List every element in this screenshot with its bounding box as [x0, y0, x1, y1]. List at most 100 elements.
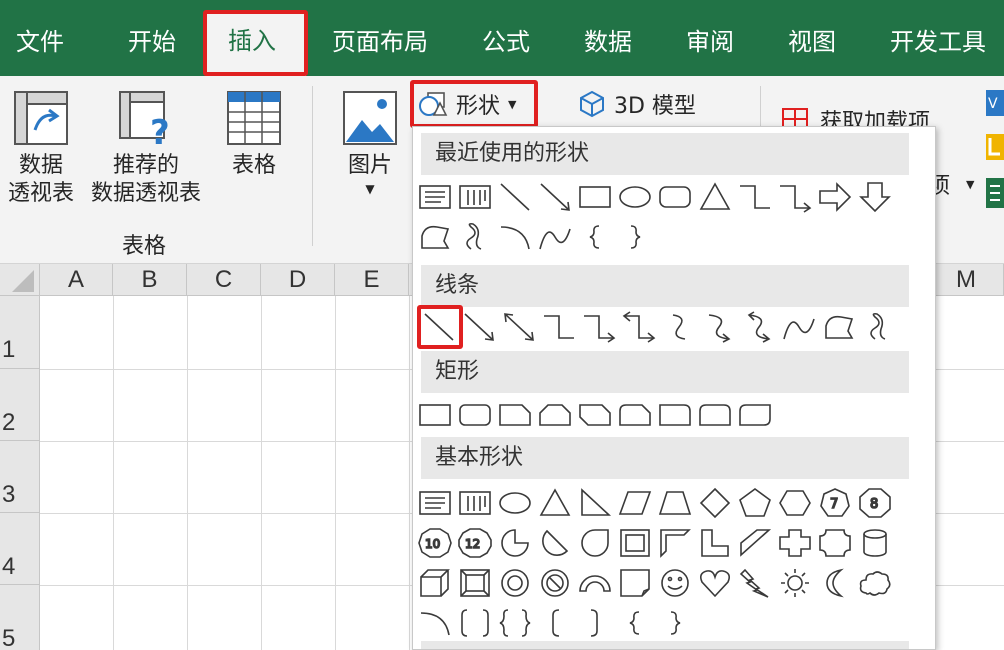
pivot-table-button[interactable]: 数据 透视表	[4, 90, 78, 208]
curved-double-arrow-icon[interactable]	[741, 311, 777, 343]
folded-corner-icon[interactable]	[617, 567, 653, 599]
3d-models-button[interactable]: 3D 模型	[578, 88, 696, 120]
elbow-double-arrow-icon[interactable]	[621, 311, 657, 343]
elbow-arrow-connector-icon[interactable]	[777, 181, 813, 213]
teardrop-icon[interactable]	[577, 527, 613, 559]
plaque-icon[interactable]	[817, 527, 853, 559]
decagon-icon[interactable]: 10	[417, 527, 453, 559]
curved-arrow-connector-icon[interactable]	[701, 311, 737, 343]
select-all-corner[interactable]	[0, 264, 40, 296]
arc-icon[interactable]	[497, 221, 533, 253]
tab-home[interactable]: 开始	[128, 22, 176, 62]
tab-file[interactable]: 文件	[16, 22, 64, 62]
can-icon[interactable]	[857, 527, 893, 559]
column-header-c[interactable]: C	[187, 264, 261, 296]
dodecagon-icon[interactable]: 12	[457, 527, 493, 559]
snip-round-rectangle-icon[interactable]	[617, 399, 653, 431]
chord-icon[interactable]	[537, 527, 573, 559]
right-brace-icon[interactable]	[657, 607, 693, 639]
right-bracket-icon[interactable]	[577, 607, 613, 639]
right-arrow-icon[interactable]	[817, 181, 853, 213]
snip-same-side-rectangle-icon[interactable]	[537, 399, 573, 431]
left-brace-icon[interactable]	[577, 221, 613, 253]
double-brace-icon[interactable]	[497, 607, 533, 639]
snip-single-corner-rectangle-icon[interactable]	[497, 399, 533, 431]
curved-connector-icon[interactable]	[661, 311, 697, 343]
column-header-b[interactable]: B	[113, 264, 187, 296]
vertical-text-box-icon[interactable]	[457, 487, 493, 519]
rounded-rectangle-icon[interactable]	[457, 399, 493, 431]
elbow-arrow-connector-icon[interactable]	[581, 311, 617, 343]
scribble-icon[interactable]	[861, 311, 897, 343]
snip-diagonal-rectangle-icon[interactable]	[577, 399, 613, 431]
visio-icon[interactable]: V	[986, 90, 1004, 116]
double-bracket-icon[interactable]	[457, 607, 493, 639]
vertical-text-box-icon[interactable]	[457, 181, 493, 213]
donut-icon[interactable]	[497, 567, 533, 599]
text-box-icon[interactable]	[417, 181, 453, 213]
heptagon-icon[interactable]: 7	[817, 487, 853, 519]
tab-formulas[interactable]: 公式	[482, 22, 530, 62]
scribble-icon[interactable]	[457, 221, 493, 253]
diamond-icon[interactable]	[697, 487, 733, 519]
recommended-pivot-button[interactable]: ? 推荐的 数据透视表	[84, 90, 208, 208]
double-arrow-line-icon[interactable]	[501, 311, 537, 343]
row-header-2[interactable]: 2	[0, 369, 40, 441]
left-bracket-icon[interactable]	[537, 607, 573, 639]
tab-data[interactable]: 数据	[584, 22, 632, 62]
parallelogram-icon[interactable]	[617, 487, 653, 519]
sun-icon[interactable]	[777, 567, 813, 599]
round-same-side-rectangle-icon[interactable]	[697, 399, 733, 431]
row-header-3[interactable]: 3	[0, 441, 40, 513]
people-graph-icon[interactable]	[986, 178, 1004, 208]
right-brace-icon[interactable]	[617, 221, 653, 253]
line-arrow-icon[interactable]	[537, 181, 573, 213]
moon-icon[interactable]	[817, 567, 853, 599]
tab-review[interactable]: 审阅	[686, 22, 734, 62]
text-box-icon[interactable]	[417, 487, 453, 519]
lightning-bolt-icon[interactable]	[737, 567, 773, 599]
bevel-icon[interactable]	[457, 567, 493, 599]
freeform-shape-icon[interactable]	[821, 311, 857, 343]
round-diagonal-rectangle-icon[interactable]	[737, 399, 773, 431]
tab-insert[interactable]: 插入	[206, 12, 306, 76]
line-icon[interactable]	[421, 311, 457, 343]
cloud-icon[interactable]	[857, 567, 893, 599]
pentagon-icon[interactable]	[737, 487, 773, 519]
curve-icon[interactable]	[537, 221, 573, 253]
smiley-face-icon[interactable]	[657, 567, 693, 599]
freeform-shape-icon[interactable]	[417, 221, 453, 253]
arc-icon[interactable]	[417, 607, 453, 639]
tab-view[interactable]: 视图	[788, 22, 836, 62]
elbow-connector-icon[interactable]	[541, 311, 577, 343]
trapezoid-icon[interactable]	[657, 487, 693, 519]
triangle-icon[interactable]	[537, 487, 573, 519]
row-header-4[interactable]: 4	[0, 513, 40, 585]
round-single-corner-rectangle-icon[interactable]	[657, 399, 693, 431]
cross-icon[interactable]	[777, 527, 813, 559]
no-symbol-icon[interactable]	[537, 567, 573, 599]
rectangle-icon[interactable]	[417, 399, 453, 431]
right-triangle-icon[interactable]	[577, 487, 613, 519]
rounded-rectangle-icon[interactable]	[657, 181, 693, 213]
bing-maps-icon[interactable]	[986, 134, 1004, 160]
frame-icon[interactable]	[617, 527, 653, 559]
cube-shape-icon[interactable]	[417, 567, 453, 599]
octagon-icon[interactable]: 8	[857, 487, 893, 519]
row-header-1[interactable]: 1	[0, 296, 40, 369]
diagonal-stripe-icon[interactable]	[737, 527, 773, 559]
half-frame-icon[interactable]	[657, 527, 693, 559]
down-arrow-icon[interactable]	[857, 181, 893, 213]
column-header-m[interactable]: M	[929, 264, 1004, 296]
table-button[interactable]: 表格	[220, 90, 288, 180]
left-brace-icon[interactable]	[617, 607, 653, 639]
column-header-d[interactable]: D	[261, 264, 335, 296]
elbow-connector-icon[interactable]	[737, 181, 773, 213]
oval-icon[interactable]	[497, 487, 533, 519]
rectangle-icon[interactable]	[577, 181, 613, 213]
block-arc-icon[interactable]	[577, 567, 613, 599]
column-header-a[interactable]: A	[40, 264, 113, 296]
pictures-button[interactable]: 图片 ▼	[338, 90, 402, 198]
line-arrow-icon[interactable]	[461, 311, 497, 343]
curve-icon[interactable]	[781, 311, 817, 343]
